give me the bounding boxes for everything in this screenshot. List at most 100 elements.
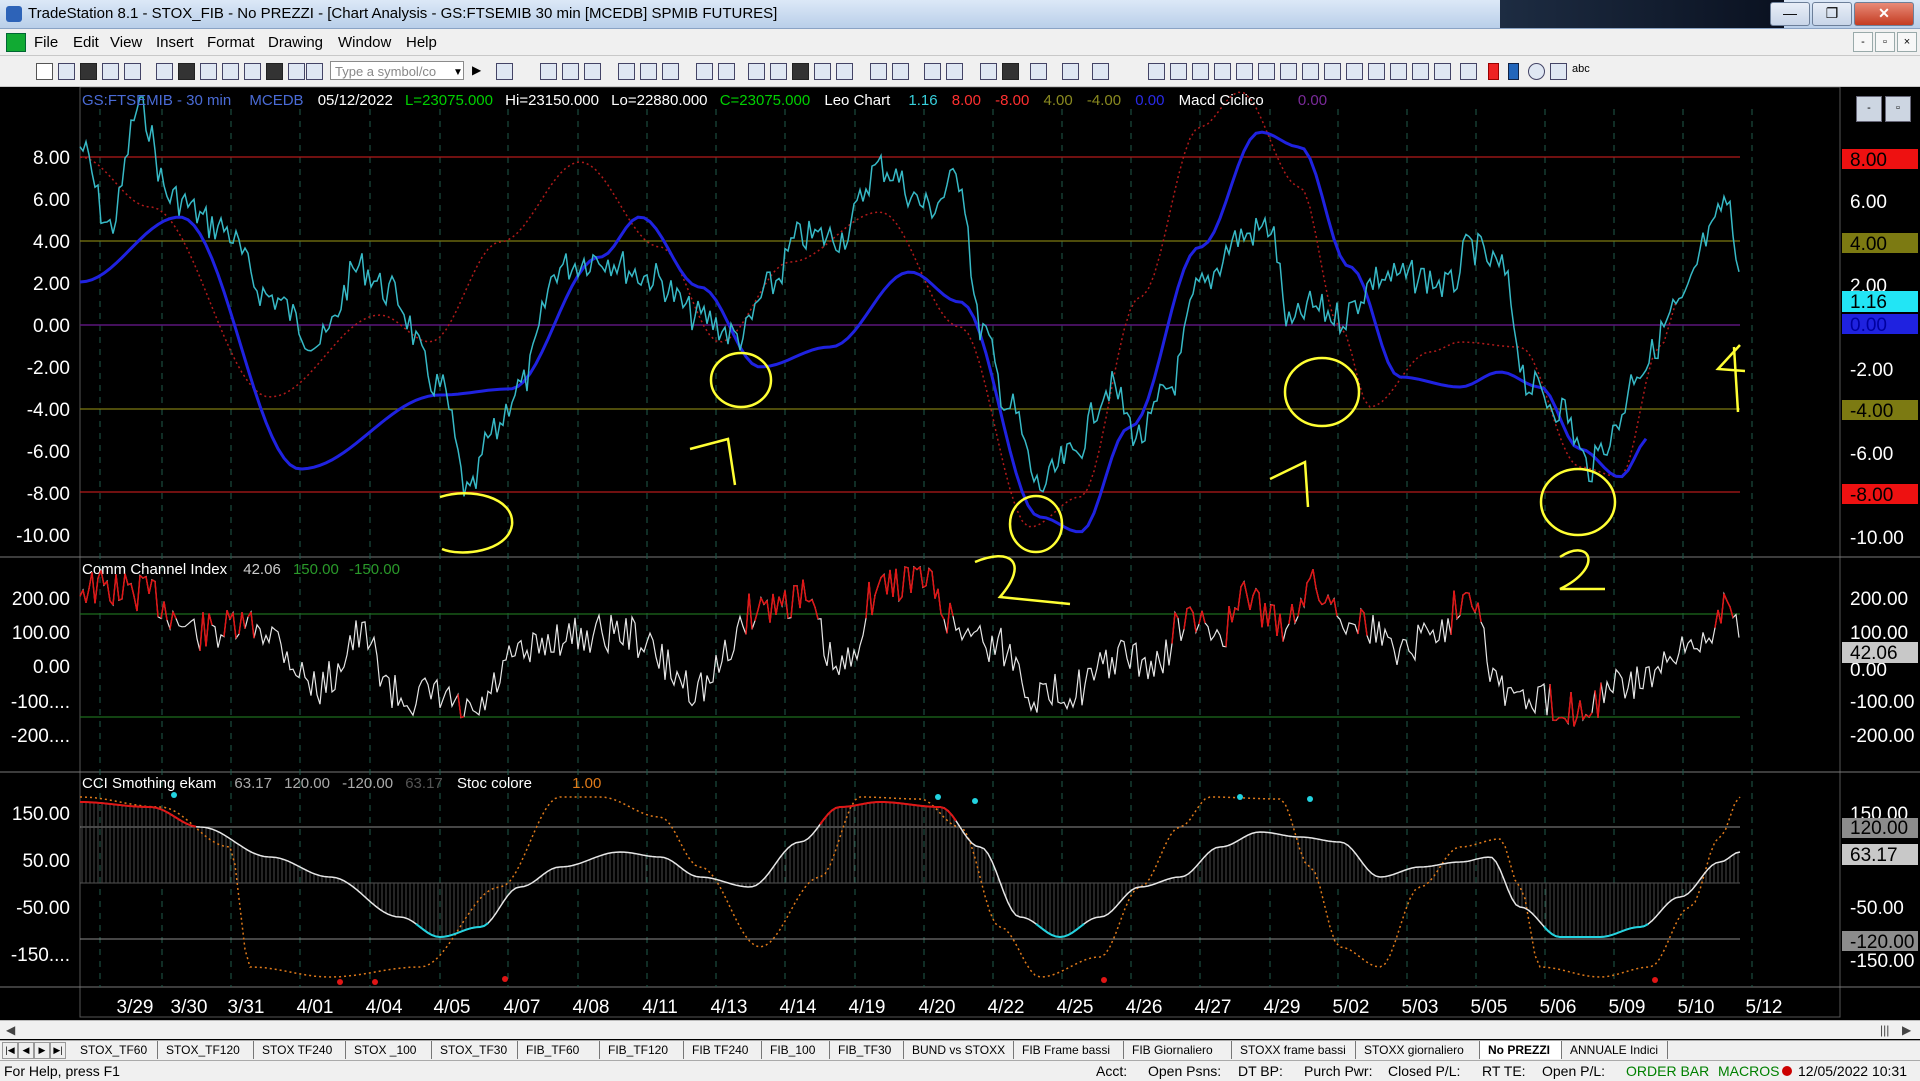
scroll-left-icon[interactable] xyxy=(870,63,887,80)
scroll-right-icon[interactable] xyxy=(892,63,909,80)
rectangle-icon[interactable] xyxy=(1550,63,1567,80)
andrews-icon[interactable] xyxy=(1302,63,1319,80)
menu-edit[interactable]: Edit xyxy=(73,34,99,51)
restore-button[interactable]: ❐ xyxy=(1812,2,1852,26)
tab-fib-giornaliero[interactable]: FIB Giornaliero xyxy=(1124,1041,1232,1059)
tab-annuale-indici[interactable]: ANNUALE Indici xyxy=(1562,1041,1668,1059)
tab-stox-tf60[interactable]: STOX_TF60 xyxy=(72,1041,158,1059)
globe-icon[interactable] xyxy=(306,63,323,80)
pointer-icon[interactable] xyxy=(980,63,997,80)
scroll-grip-icon[interactable]: ||| xyxy=(1880,1023,1889,1037)
menu-window[interactable]: Window xyxy=(338,34,391,51)
tab-fib-frame-bassi[interactable]: FIB Frame bassi xyxy=(1014,1041,1124,1059)
format-icon[interactable] xyxy=(1062,63,1079,80)
symbol-input[interactable]: Type a symbol/co xyxy=(330,61,464,80)
menu-view[interactable]: View xyxy=(110,34,142,51)
tools-icon[interactable] xyxy=(1030,63,1047,80)
pencil-icon[interactable] xyxy=(1412,63,1429,80)
hline-icon[interactable] xyxy=(1170,63,1187,80)
news-icon[interactable] xyxy=(288,63,305,80)
fib-icon[interactable] xyxy=(1258,63,1275,80)
candle-icon[interactable] xyxy=(836,63,853,80)
zoom-in-icon[interactable] xyxy=(924,63,941,80)
workspace-icon[interactable] xyxy=(80,63,97,80)
ellipse-icon[interactable] xyxy=(1528,63,1545,80)
insert-tradebar-icon[interactable] xyxy=(718,63,735,80)
tab-stox-tf30[interactable]: STOX_TF30 xyxy=(432,1041,518,1059)
find-icon[interactable] xyxy=(496,63,513,80)
tab-stoxx-giornaliero[interactable]: STOXX giornaliero xyxy=(1356,1041,1480,1059)
cut-icon[interactable] xyxy=(178,63,195,80)
status-order-bar[interactable]: ORDER BAR xyxy=(1626,1063,1709,1079)
arrow-down-icon[interactable] xyxy=(1488,63,1499,80)
print-icon[interactable] xyxy=(156,63,173,80)
fan-icon[interactable] xyxy=(1368,63,1385,80)
brush-icon[interactable] xyxy=(1434,63,1451,80)
go-arrow-icon[interactable]: ▶ xyxy=(472,63,480,78)
new-icon[interactable] xyxy=(36,63,53,80)
tab-stox-tf120[interactable]: STOX_TF120 xyxy=(158,1041,254,1059)
cycle-icon[interactable] xyxy=(1390,63,1407,80)
scroll-right-arrow-icon[interactable]: ▶ xyxy=(1902,1023,1911,1037)
tab-fib-tf30[interactable]: FIB_TF30 xyxy=(830,1041,904,1059)
tab-next-icon[interactable]: ▶ xyxy=(34,1042,50,1059)
tab-fib-tf240[interactable]: FIB TF240 xyxy=(684,1041,762,1059)
insert-chart-icon[interactable] xyxy=(540,63,557,80)
regression-icon[interactable] xyxy=(1324,63,1341,80)
tab-fib-tf60[interactable]: FIB_TF60 xyxy=(518,1041,600,1059)
chart-icon[interactable] xyxy=(244,63,261,80)
tab-prev-icon[interactable]: ◀ xyxy=(18,1042,34,1059)
channel-icon[interactable] xyxy=(1214,63,1231,80)
text-tool-icon[interactable]: abc xyxy=(1572,63,1590,75)
menu-insert[interactable]: Insert xyxy=(156,34,194,51)
minimize-button[interactable]: — xyxy=(1770,2,1810,26)
horizontal-scrollbar[interactable]: ◀ ||| ▶ xyxy=(0,1020,1920,1039)
strategy-icon[interactable] xyxy=(748,63,765,80)
mdi-minimize-button[interactable]: - xyxy=(1853,32,1873,52)
tab-first-icon[interactable]: |◀ xyxy=(2,1042,18,1059)
menu-help[interactable]: Help xyxy=(406,34,437,51)
chart-canvas[interactable]: GS:FTSEMIB - 30 min MCEDB 05/12/2022 L=2… xyxy=(0,87,1920,1022)
hand-icon[interactable] xyxy=(1002,63,1019,80)
data-window-icon[interactable] xyxy=(792,63,809,80)
insert-optionstation-icon[interactable] xyxy=(618,63,635,80)
speed-lines-icon[interactable] xyxy=(1280,63,1297,80)
copy-icon[interactable] xyxy=(200,63,217,80)
status-macros[interactable]: MACROS xyxy=(1718,1063,1779,1079)
help-icon[interactable] xyxy=(1092,63,1109,80)
tab-stox-100[interactable]: STOX _100 xyxy=(346,1041,432,1059)
close-button[interactable]: ✕ xyxy=(1854,2,1914,26)
tab-bund-vs-stoxx[interactable]: BUND vs STOXX xyxy=(904,1041,1014,1059)
bar-chart-icon[interactable] xyxy=(814,63,831,80)
folder-icon[interactable] xyxy=(124,63,141,80)
chart-area[interactable]: GS:FTSEMIB - 30 min MCEDB 05/12/2022 L=2… xyxy=(0,87,1920,1022)
scroll-left-arrow-icon[interactable]: ◀ xyxy=(6,1023,15,1037)
chart-minimize-button[interactable]: - xyxy=(1856,96,1882,122)
insert-indicator-icon[interactable] xyxy=(662,63,679,80)
arc-icon[interactable] xyxy=(1346,63,1363,80)
tab-no-prezzi[interactable]: No PREZZI xyxy=(1480,1041,1562,1059)
tab-last-icon[interactable]: ▶| xyxy=(50,1042,66,1059)
chart-restore-button[interactable]: ▫ xyxy=(1885,96,1911,122)
insert-scanner-icon[interactable] xyxy=(640,63,657,80)
mdi-restore-button[interactable]: ▫ xyxy=(1875,32,1895,52)
vline-icon[interactable] xyxy=(1192,63,1209,80)
gann-icon[interactable] xyxy=(1236,63,1253,80)
tab-stox-tf240[interactable]: STOX TF240 xyxy=(254,1041,346,1059)
symbol-dropdown-icon[interactable]: ▼ xyxy=(453,67,463,78)
alert-icon[interactable] xyxy=(770,63,787,80)
tab-fib-tf120[interactable]: FIB_TF120 xyxy=(600,1041,684,1059)
tab-fib-100[interactable]: FIB_100 xyxy=(762,1041,830,1059)
save-icon[interactable] xyxy=(102,63,119,80)
insert-matrix-icon[interactable] xyxy=(584,63,601,80)
insert-window-icon[interactable] xyxy=(696,63,713,80)
trendline-icon[interactable] xyxy=(1148,63,1165,80)
grid-icon[interactable] xyxy=(266,63,283,80)
menu-format[interactable]: Format xyxy=(207,34,255,51)
menu-file[interactable]: File xyxy=(34,34,58,51)
tab-stoxx-frame-bassi[interactable]: STOXX frame bassi xyxy=(1232,1041,1356,1059)
insert-radar-icon[interactable] xyxy=(562,63,579,80)
mdi-close-button[interactable]: × xyxy=(1897,32,1917,52)
zoom-out-icon[interactable] xyxy=(946,63,963,80)
paste-icon[interactable] xyxy=(222,63,239,80)
